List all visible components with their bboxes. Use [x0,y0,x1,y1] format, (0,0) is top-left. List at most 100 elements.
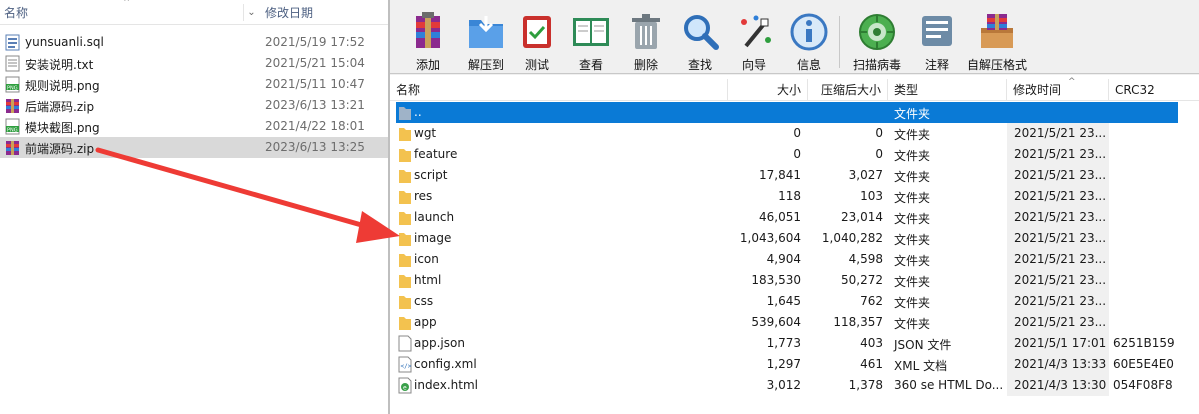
column-header-size[interactable]: 大小 [728,79,808,101]
column-dropdown-chevron-icon[interactable]: ⌄ [243,4,259,21]
toolbar-button-delete[interactable]: 删除 [626,12,666,72]
archive-row[interactable]: wgt 0 0 文件夹 2021/5/21 23... [390,123,1199,144]
sql-file-icon [5,34,20,51]
explorer-file-row[interactable]: yunsuanli.sql 2021/5/19 17:52 [0,32,388,53]
explorer-file-row[interactable]: 前端源码.zip 2023/6/13 13:25 [0,137,388,158]
entry-modified: 2021/5/21 23... [1014,294,1106,308]
html-file-icon: e [398,377,412,394]
folder-icon [398,272,412,289]
archive-row[interactable]: feature 0 0 文件夹 2021/5/21 23... [390,144,1199,165]
column-header-date[interactable]: 修改日期 [265,4,313,21]
archive-row[interactable]: launch 46,051 23,014 文件夹 2021/5/21 23... [390,207,1199,228]
archive-row[interactable]: image 1,043,604 1,040,282 文件夹 2021/5/21 23..… [390,228,1199,249]
archive-window: 添加 解压到 测试 查看 删除 查找 向导 信息 扫描病毒 注释 自解压格式 名称 大小 压缩后大小… [388,0,1199,414]
archive-row[interactable]: app 539,604 118,357 文件夹 2021/5/21 23... [390,312,1199,333]
entry-name: app.json [414,336,465,350]
archive-toolbar: 添加 解压到 测试 查看 删除 查找 向导 信息 扫描病毒 注释 自解压格式 [390,8,1199,74]
folder-icon [399,149,411,162]
column-header-modified[interactable]: 修改时间 [1007,79,1109,101]
toolbar-button-sfx[interactable]: 自解压格式 [964,12,1030,72]
entry-modified: 2021/5/21 23... [1014,315,1106,329]
entry-name: res [414,189,433,203]
folder-icon [398,314,412,331]
file-modified-date: 2023/6/13 13:21 [265,98,365,112]
toolbar-button-label: 测试 [524,58,549,72]
archive-row[interactable]: e index.html 3,012 1,378 360 se HTML Do... 20… [390,375,1199,396]
file-name: 后端源码.zip [25,100,95,114]
entry-type: 文件夹 [894,296,931,310]
folder-icon [399,254,411,267]
zip-file-icon [6,141,19,155]
explorer-file-row[interactable]: PNG 规则说明.png 2021/5/11 10:47 [0,74,388,95]
xml-file-icon: </> [398,356,412,373]
entry-name: feature [414,147,458,161]
json-file-icon [398,335,412,352]
archive-row[interactable]: .. 文件夹 [390,102,1199,123]
file-modified-date: 2021/4/22 18:01 [265,119,365,133]
entry-type: 文件夹 [894,317,931,331]
toolbar-button-view[interactable]: 查看 [571,12,611,72]
folder-icon [398,209,412,226]
entry-size: 183,530 [751,273,801,287]
archive-row[interactable]: css 1,645 762 文件夹 2021/5/21 23... [390,291,1199,312]
column-header-name[interactable]: 名称 [4,4,28,21]
explorer-file-row[interactable]: PNG 模块截图.png 2021/4/22 18:01 [0,116,388,137]
file-modified-date: 2021/5/11 10:47 [265,77,365,91]
toolbar-button-label: 解压到 [467,58,504,72]
column-header-packed-size[interactable]: 压缩后大小 [808,79,888,101]
column-header-name[interactable]: 名称 [390,79,728,101]
toolbar-button-find[interactable]: 查找 [680,12,720,72]
toolbar-button-wizard[interactable]: 向导 [734,12,774,72]
virus-scan-icon [859,14,895,50]
archive-row[interactable]: script 17,841 3,027 文件夹 2021/5/21 23... [390,165,1199,186]
toolbar-button-label: 扫描病毒 [852,58,901,72]
entry-packed-size: 0 [875,147,883,161]
entry-type: 文件夹 [894,128,931,142]
entry-type: 文件夹 [894,233,931,247]
archive-row[interactable]: html 183,530 50,272 文件夹 2021/5/21 23... [390,270,1199,291]
info-icon [789,12,829,52]
entry-name: app [414,315,437,329]
toolbar-button-label: 向导 [741,58,766,72]
toolbar-button-extract-to[interactable]: 解压到 [462,12,510,72]
entry-packed-size: 461 [860,357,883,371]
entry-modified: 2021/5/21 23... [1014,189,1106,203]
entry-modified: 2021/5/21 23... [1014,273,1106,287]
toolbar-button-info[interactable]: 信息 [789,12,829,72]
archive-row[interactable]: res 118 103 文件夹 2021/5/21 23... [390,186,1199,207]
folder-icon [398,251,412,268]
folder-icon [398,167,412,184]
folder-icon [398,146,412,163]
explorer-file-row[interactable]: 安装说明.txt 2021/5/21 15:04 [0,53,388,74]
text-file-icon [5,55,20,72]
toolbar-button-add-archive[interactable]: 添加 [408,12,448,72]
toolbar-button-test[interactable]: 测试 [517,12,557,72]
test-icon [517,12,557,52]
zip-file-icon [5,97,20,114]
entry-size: 118 [778,189,801,203]
archive-row[interactable]: </> config.xml 1,297 461 XML 文档 2021/4/3 13:3… [390,354,1199,375]
entry-modified: 2021/4/3 13:30 [1014,378,1106,392]
column-header-type[interactable]: 类型 [888,79,1007,101]
archive-row[interactable]: app.json 1,773 403 JSON 文件 2021/5/1 17:01 625… [390,333,1199,354]
file-modified-date: 2021/5/19 17:52 [265,35,365,49]
entry-modified: 2021/5/21 23... [1014,147,1106,161]
archive-row[interactable]: icon 4,904 4,598 文件夹 2021/5/21 23... [390,249,1199,270]
entry-crc32: 054F08F8 [1113,378,1173,392]
json-file-icon [398,335,412,352]
entry-packed-size: 762 [860,294,883,308]
entry-packed-size: 23,014 [841,210,883,224]
file-name: yunsuanli.sql [25,35,104,49]
toolbar-button-comment[interactable]: 注释 [917,12,957,72]
text-file-icon [5,55,20,72]
sql-file-icon [5,34,20,51]
column-header-crc32[interactable]: CRC32 [1109,79,1199,101]
entry-name: .. [414,105,422,119]
explorer-file-row[interactable]: 后端源码.zip 2023/6/13 13:21 [0,95,388,116]
xml-file-icon: </> [398,356,412,373]
folder-icon [398,188,412,205]
entry-name: index.html [414,378,478,392]
delete-icon [632,14,660,49]
zip-file-icon [5,139,20,156]
toolbar-button-virus-scan[interactable]: 扫描病毒 [849,12,905,72]
